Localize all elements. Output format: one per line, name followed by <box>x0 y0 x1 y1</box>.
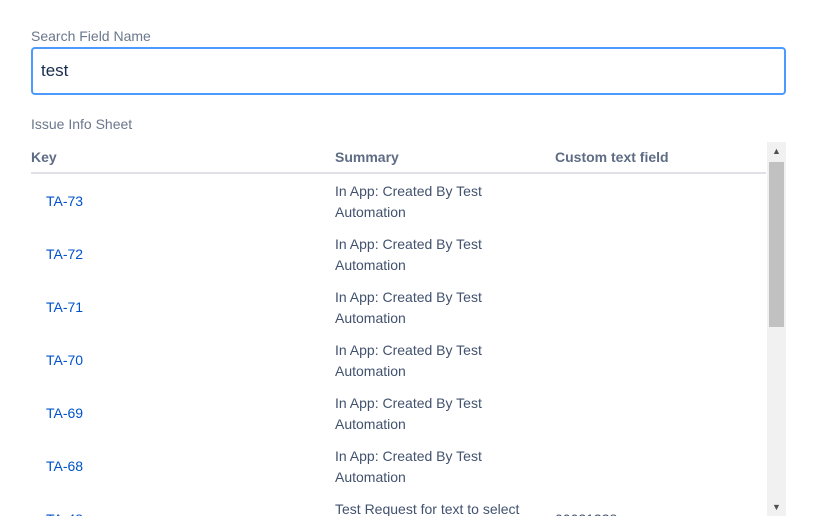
search-input[interactable] <box>31 47 786 95</box>
table-row[interactable]: TA-71 In App: Created By Test Automation <box>31 280 766 333</box>
column-header-summary[interactable]: Summary <box>335 149 399 165</box>
issue-summary: In App: Created By Test Automation <box>335 183 482 220</box>
issue-key-link[interactable]: TA-68 <box>46 458 83 474</box>
column-header-key[interactable]: Key <box>31 149 57 165</box>
table-row[interactable]: TA-70 In App: Created By Test Automation <box>31 333 766 386</box>
scrollbar-thumb[interactable] <box>769 162 784 327</box>
table-row[interactable]: TA-68 In App: Created By Test Automation <box>31 439 766 492</box>
issue-summary: In App: Created By Test Automation <box>335 236 482 273</box>
custom-text-value: 00021338 <box>555 511 617 517</box>
issue-summary: Test Request for text to select <box>335 501 520 516</box>
issue-table-body: Key Summary Custom text field TA-73 In A… <box>31 142 766 516</box>
table-row[interactable]: TA-72 In App: Created By Test Automation <box>31 227 766 280</box>
issue-info-sheet-label: Issue Info Sheet <box>31 116 133 132</box>
table-row[interactable]: TA-48 Test Request for text to select 00… <box>31 492 766 516</box>
issue-summary: In App: Created By Test Automation <box>335 289 482 326</box>
issue-key-link[interactable]: TA-72 <box>46 246 83 262</box>
table-row[interactable]: TA-69 In App: Created By Test Automation <box>31 386 766 439</box>
issue-key-link[interactable]: TA-69 <box>46 405 83 421</box>
issue-key-link[interactable]: TA-73 <box>46 193 83 209</box>
table-row[interactable]: TA-73 In App: Created By Test Automation <box>31 174 766 227</box>
issue-key-link[interactable]: TA-48 <box>46 511 83 517</box>
search-field-label: Search Field Name <box>31 28 151 44</box>
scroll-up-arrow-icon[interactable]: ▲ <box>767 142 786 160</box>
issue-key-link[interactable]: TA-70 <box>46 352 83 368</box>
table-header: Key Summary Custom text field <box>31 142 766 174</box>
issue-summary: In App: Created By Test Automation <box>335 395 482 432</box>
issue-summary: In App: Created By Test Automation <box>335 448 482 485</box>
scroll-down-arrow-icon[interactable]: ▼ <box>767 498 786 516</box>
issue-table: Key Summary Custom text field TA-73 In A… <box>31 142 786 516</box>
issue-summary: In App: Created By Test Automation <box>335 342 482 379</box>
vertical-scrollbar[interactable]: ▲ ▼ <box>767 142 786 516</box>
column-header-custom-text-field[interactable]: Custom text field <box>555 149 669 165</box>
issue-key-link[interactable]: TA-71 <box>46 299 83 315</box>
